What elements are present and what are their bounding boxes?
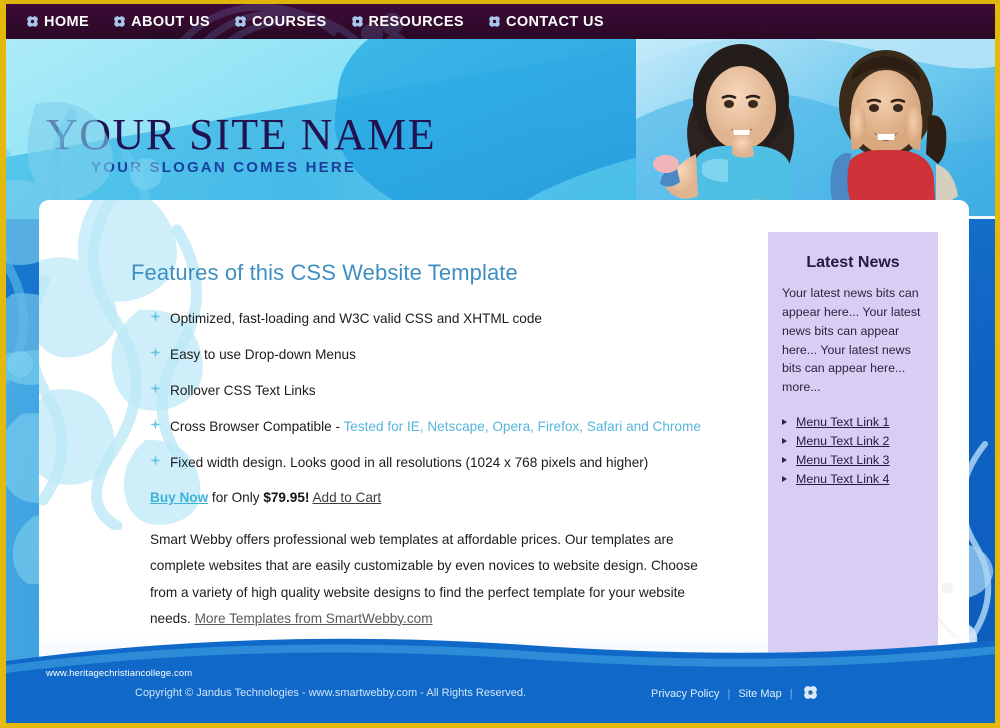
feature-text: Easy to use Drop-down Menus bbox=[170, 347, 356, 363]
more-templates-link[interactable]: More Templates from SmartWebby.com bbox=[195, 611, 433, 626]
star-bullet-icon bbox=[150, 383, 161, 395]
triangle-bullet-icon bbox=[782, 476, 787, 483]
nav-item-resources[interactable]: RESOURCES bbox=[351, 14, 464, 30]
nav-item-contact-us[interactable]: CONTACT US bbox=[488, 14, 604, 30]
nav-item-courses[interactable]: COURSES bbox=[234, 14, 327, 30]
site-map-link[interactable]: Site Map bbox=[738, 688, 781, 700]
children-photo bbox=[636, 39, 995, 219]
features-list: Optimized, fast-loading and W3C valid CS… bbox=[131, 308, 731, 473]
footer-site-url: www.heritagechristiancollege.com bbox=[46, 668, 193, 679]
feature-item: Rollover CSS Text Links bbox=[131, 380, 731, 401]
nav-label-about-us: ABOUT US bbox=[131, 13, 211, 30]
nav-item-home[interactable]: HOME bbox=[26, 14, 89, 30]
privacy-policy-link[interactable]: Privacy Policy bbox=[651, 688, 719, 700]
flower-icon bbox=[114, 16, 125, 27]
nav-label-courses: COURSES bbox=[252, 13, 327, 30]
add-to-cart-link[interactable]: Add to Cart bbox=[312, 490, 381, 505]
latest-news-sidebar: Latest News Your latest news bits can ap… bbox=[768, 232, 938, 652]
price-text: $79.95! bbox=[263, 490, 310, 506]
list-item: Menu Text Link 4 bbox=[768, 472, 938, 486]
feature-text: Optimized, fast-loading and W3C valid CS… bbox=[170, 311, 542, 326]
feature-item: Optimized, fast-loading and W3C valid CS… bbox=[131, 308, 731, 329]
nav-label-contact-us: CONTACT US bbox=[506, 13, 604, 30]
star-bullet-icon bbox=[150, 311, 161, 322]
flower-icon bbox=[489, 16, 500, 27]
list-item: Menu Text Link 1 bbox=[768, 415, 938, 429]
sidebar-link-1[interactable]: Menu Text Link 1 bbox=[796, 415, 889, 429]
sidebar-link-3[interactable]: Menu Text Link 3 bbox=[796, 453, 889, 467]
flower-icon bbox=[235, 16, 246, 27]
footer-copyright: Copyright © Jandus Technologies - www.sm… bbox=[135, 687, 527, 699]
feature-item: Fixed width design. Looks good in all re… bbox=[131, 452, 731, 473]
list-item: Menu Text Link 2 bbox=[768, 434, 938, 448]
for-only-text: for Only bbox=[208, 490, 264, 506]
site-footer: www.heritagechristiancollege.com Copyrig… bbox=[6, 661, 995, 723]
nav-label-home: HOME bbox=[44, 13, 90, 30]
site-name: YOUR SITE NAME bbox=[46, 110, 437, 159]
sidebar-link-2[interactable]: Menu Text Link 2 bbox=[796, 434, 889, 448]
list-item: Menu Text Link 3 bbox=[768, 453, 938, 467]
browser-compat-link[interactable]: Tested for IE, Netscape, Opera, Firefox,… bbox=[344, 419, 701, 434]
intro-paragraph: Smart Webby offers professional web temp… bbox=[150, 527, 722, 631]
triangle-bullet-icon bbox=[782, 419, 787, 426]
nav-label-resources: RESOURCES bbox=[368, 13, 464, 30]
flower-icon[interactable] bbox=[803, 685, 818, 700]
star-bullet-icon bbox=[150, 347, 161, 359]
site-header: YOUR SITE NAME YOUR SLOGAN COMES HERE bbox=[6, 39, 995, 219]
triangle-bullet-icon bbox=[782, 457, 787, 464]
footer-separator: | bbox=[727, 687, 731, 700]
star-bullet-icon bbox=[150, 455, 161, 467]
nav-item-about-us[interactable]: ABOUT US bbox=[113, 14, 210, 30]
sidebar-link-4[interactable]: Menu Text Link 4 bbox=[796, 472, 889, 486]
sidebar-news-text: Your latest news bits can appear here...… bbox=[782, 286, 921, 395]
feature-item: Cross Browser Compatible - Tested for IE… bbox=[131, 416, 731, 437]
feature-text: Rollover CSS Text Links bbox=[170, 383, 316, 399]
footer-links: Privacy Policy | Site Map | bbox=[651, 685, 818, 700]
page-title: Features of this CSS Website Template bbox=[131, 260, 518, 285]
star-bullet-icon bbox=[150, 419, 161, 431]
main-navigation: HOME ABOUT US COURSES RESOURCES CONTACT … bbox=[6, 4, 995, 39]
buy-now-link[interactable]: Buy Now bbox=[150, 490, 208, 505]
page-root: YOUR SITE NAME YOUR SLOGAN COMES HERE HO… bbox=[0, 0, 1000, 728]
flower-icon bbox=[27, 16, 38, 27]
site-slogan: YOUR SLOGAN COMES HERE bbox=[91, 159, 357, 176]
feature-text: Fixed width design. Looks good in all re… bbox=[170, 455, 649, 471]
footer-separator: | bbox=[789, 687, 793, 700]
nav-items-list: HOME ABOUT US COURSES RESOURCES CONTACT … bbox=[6, 4, 995, 39]
main-content: Features of this CSS Website Template Op… bbox=[131, 260, 731, 632]
feature-item: Easy to use Drop-down Menus bbox=[131, 344, 731, 365]
content-card: Features of this CSS Website Template Op… bbox=[39, 200, 969, 666]
sidebar-links-list: Menu Text Link 1 Menu Text Link 2 Menu T… bbox=[768, 415, 938, 486]
sidebar-title: Latest News bbox=[806, 254, 900, 271]
feature-text: Cross Browser Compatible - bbox=[170, 419, 344, 435]
buy-line: Buy Now for Only $79.95! Add to Cart bbox=[150, 490, 731, 505]
triangle-bullet-icon bbox=[782, 438, 787, 445]
flower-icon bbox=[351, 16, 363, 27]
